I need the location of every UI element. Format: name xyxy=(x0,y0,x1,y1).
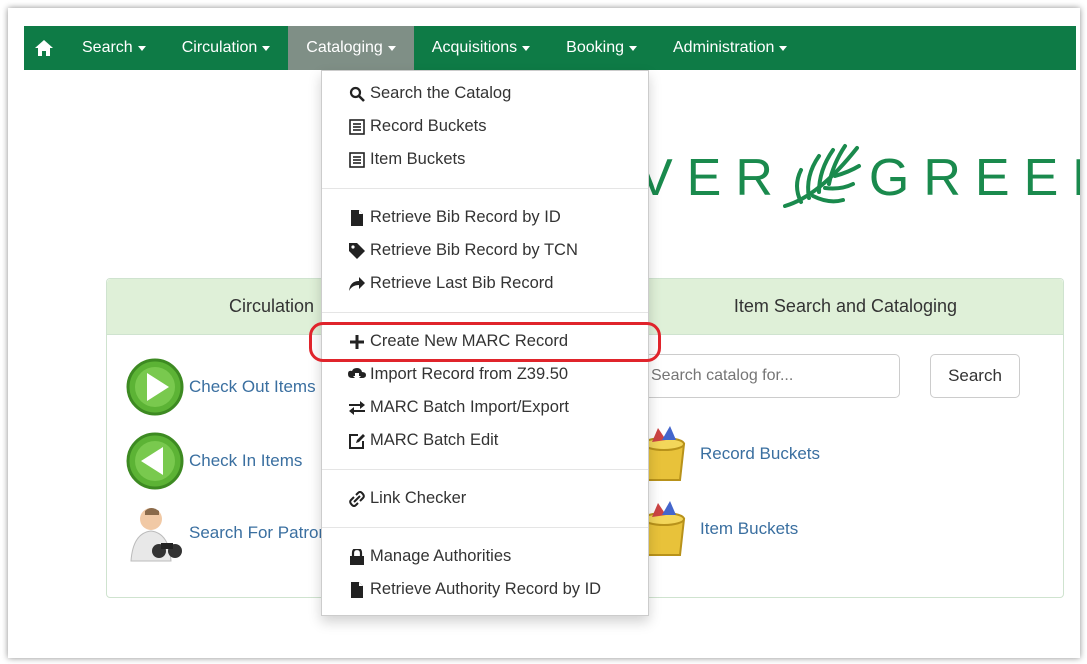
item-search-panel: Item Search and Cataloging Search Record… xyxy=(628,278,1064,598)
caret-down-icon xyxy=(629,45,637,51)
menu-divider xyxy=(322,188,648,189)
panel-title: Circulation xyxy=(229,296,315,316)
menu-item-link-checker[interactable]: Link Checker xyxy=(322,482,648,515)
catalog-search-button[interactable]: Search xyxy=(930,354,1020,398)
nav-circulation[interactable]: Circulation xyxy=(164,26,289,70)
menu-item-label: Retrieve Last Bib Record xyxy=(370,274,554,292)
evergreen-logo: VER GREEN ™ xyxy=(638,133,1080,223)
menu-item-label: Item Buckets xyxy=(370,150,466,168)
home-icon xyxy=(35,40,53,56)
menu-item-label: Record Buckets xyxy=(370,117,487,135)
menu-item-retrieve-last-bib[interactable]: Retrieve Last Bib Record xyxy=(322,267,648,300)
nav-cataloging[interactable]: Cataloging xyxy=(288,26,414,70)
cataloging-dropdown-menu: Search the Catalog Record Buckets Item B… xyxy=(321,70,649,616)
menu-item-create-new-marc-record[interactable]: Create New MARC Record xyxy=(322,325,648,358)
nav-label: Administration xyxy=(673,39,775,56)
link-label: Record Buckets xyxy=(700,444,820,463)
link-icon xyxy=(348,490,366,508)
check-in-items-link[interactable]: Check In Items xyxy=(125,431,302,491)
cloud-download-icon xyxy=(348,366,366,384)
top-navbar: Search Circulation Cataloging Acquisitio… xyxy=(24,26,1076,70)
link-label: Check Out Items xyxy=(189,377,316,396)
tag-icon xyxy=(348,242,366,260)
menu-item-retrieve-bib-by-id[interactable]: Retrieve Bib Record by ID xyxy=(322,201,648,234)
nav-label: Booking xyxy=(566,39,624,56)
plus-icon xyxy=(348,333,366,351)
list-icon xyxy=(348,118,366,136)
panel-title: Item Search and Cataloging xyxy=(733,296,958,316)
menu-item-label: Create New MARC Record xyxy=(370,332,569,350)
record-buckets-link[interactable]: Record Buckets xyxy=(638,424,820,484)
menu-item-label: Search the Catalog xyxy=(370,84,512,102)
list-icon xyxy=(348,151,366,169)
file-icon xyxy=(348,581,366,599)
caret-down-icon xyxy=(262,45,271,51)
caret-down-icon xyxy=(779,45,788,51)
play-back-icon xyxy=(126,432,184,490)
menu-item-retrieve-authority-by-id[interactable]: Retrieve Authority Record by ID xyxy=(322,573,648,606)
menu-divider xyxy=(322,469,648,470)
logo-text-left: VER xyxy=(638,149,787,207)
menu-item-label: Retrieve Bib Record by TCN xyxy=(370,241,578,259)
share-icon xyxy=(348,275,366,293)
nav-administration[interactable]: Administration xyxy=(655,26,805,70)
edit-icon xyxy=(348,432,366,450)
patron-binoculars-icon xyxy=(130,508,182,562)
caret-down-icon xyxy=(387,45,396,51)
menu-divider xyxy=(322,312,648,313)
link-label: Search For Patrons xyxy=(189,523,337,542)
catalog-search-input[interactable] xyxy=(638,354,900,398)
menu-item-label: Retrieve Bib Record by ID xyxy=(370,208,561,226)
menu-item-label: Link Checker xyxy=(370,489,467,507)
menu-item-label: MARC Batch Edit xyxy=(370,431,499,449)
file-icon xyxy=(348,209,366,227)
lock-icon xyxy=(348,548,366,566)
logo-text-right: GREEN xyxy=(868,149,1080,207)
nav-booking[interactable]: Booking xyxy=(548,26,655,70)
menu-item-import-z3950[interactable]: Import Record from Z39.50 xyxy=(322,358,648,391)
nav-search[interactable]: Search xyxy=(64,26,164,70)
link-label: Check In Items xyxy=(189,451,303,470)
menu-item-record-buckets[interactable]: Record Buckets xyxy=(322,110,648,143)
nav-label: Cataloging xyxy=(306,39,383,56)
menu-item-label: Retrieve Authority Record by ID xyxy=(370,580,602,598)
menu-item-marc-batch-import-export[interactable]: MARC Batch Import/Export xyxy=(322,391,648,424)
app-window: Search Circulation Cataloging Acquisitio… xyxy=(8,8,1080,658)
fern-icon xyxy=(782,144,861,208)
menu-divider xyxy=(322,527,648,528)
link-label: Item Buckets xyxy=(700,519,799,538)
menu-item-label: Import Record from Z39.50 xyxy=(370,365,569,383)
menu-item-search-the-catalog[interactable]: Search the Catalog xyxy=(322,77,648,110)
nav-label: Search xyxy=(82,39,133,56)
menu-item-label: MARC Batch Import/Export xyxy=(370,398,569,416)
item-buckets-link[interactable]: Item Buckets xyxy=(638,499,798,559)
menu-item-marc-batch-edit[interactable]: MARC Batch Edit xyxy=(322,424,648,457)
menu-item-retrieve-bib-by-tcn[interactable]: Retrieve Bib Record by TCN xyxy=(322,234,648,267)
caret-down-icon xyxy=(137,45,146,51)
check-out-items-link[interactable]: Check Out Items xyxy=(125,357,316,417)
transfer-icon xyxy=(348,399,366,417)
caret-down-icon xyxy=(522,45,531,51)
nav-label: Acquisitions xyxy=(431,39,518,56)
search-for-patrons-link[interactable]: Search For Patrons xyxy=(125,503,336,563)
home-button[interactable] xyxy=(24,26,64,70)
menu-item-item-buckets[interactable]: Item Buckets xyxy=(322,143,648,176)
item-search-panel-heading: Item Search and Cataloging xyxy=(628,279,1063,335)
menu-item-manage-authorities[interactable]: Manage Authorities xyxy=(322,540,648,573)
play-forward-icon xyxy=(126,358,184,416)
nav-acquisitions[interactable]: Acquisitions xyxy=(414,26,548,70)
menu-item-label: Manage Authorities xyxy=(370,547,512,565)
search-icon xyxy=(348,85,366,103)
nav-label: Circulation xyxy=(181,39,258,56)
